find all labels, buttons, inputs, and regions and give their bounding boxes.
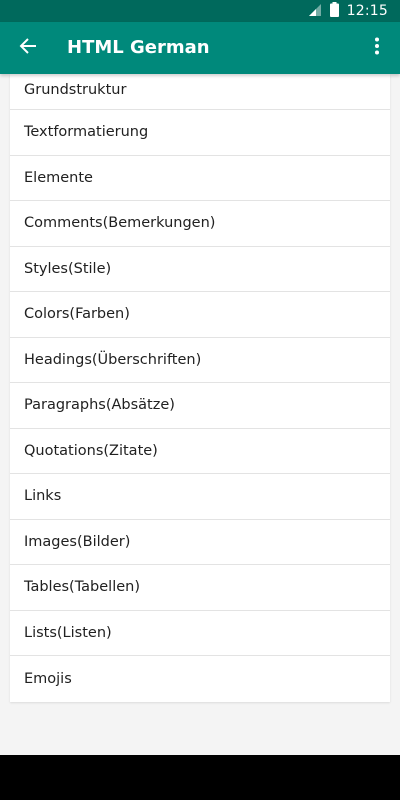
- topic-list: Grundstruktur Textformatierung Elemente …: [10, 74, 390, 702]
- signal-icon: [308, 2, 322, 21]
- list-item-textformatierung[interactable]: Textformatierung: [10, 110, 390, 156]
- overflow-menu-button[interactable]: [360, 28, 394, 68]
- list-item-links[interactable]: Links: [10, 474, 390, 520]
- list-item-quotations[interactable]: Quotations(Zitate): [10, 429, 390, 474]
- back-button[interactable]: [8, 28, 48, 68]
- status-icons: 12:15: [308, 0, 388, 22]
- list-item-grundstruktur[interactable]: Grundstruktur: [10, 74, 390, 110]
- battery-icon: [329, 1, 339, 21]
- back-arrow-icon: [19, 37, 37, 59]
- list-item-lists[interactable]: Lists(Listen): [10, 611, 390, 656]
- list-item-styles[interactable]: Styles(Stile): [10, 247, 390, 292]
- list-item-headings[interactable]: Headings(Überschriften): [10, 338, 390, 383]
- list-item-tables[interactable]: Tables(Tabellen): [10, 565, 390, 611]
- system-navigation-bar: [0, 755, 400, 800]
- list-item-elemente[interactable]: Elemente: [10, 156, 390, 201]
- more-vert-icon: [374, 37, 380, 59]
- status-time: 12:15: [346, 3, 388, 19]
- list-item-colors[interactable]: Colors(Farben): [10, 292, 390, 338]
- list-item-images[interactable]: Images(Bilder): [10, 520, 390, 565]
- app-title: HTML German: [67, 37, 210, 58]
- list-item-paragraphs[interactable]: Paragraphs(Absätze): [10, 383, 390, 429]
- status-bar: 12:15: [0, 0, 400, 22]
- app-bar: HTML German: [0, 22, 400, 74]
- list-item-emojis[interactable]: Emojis: [10, 656, 390, 702]
- list-item-comments[interactable]: Comments(Bemerkungen): [10, 201, 390, 247]
